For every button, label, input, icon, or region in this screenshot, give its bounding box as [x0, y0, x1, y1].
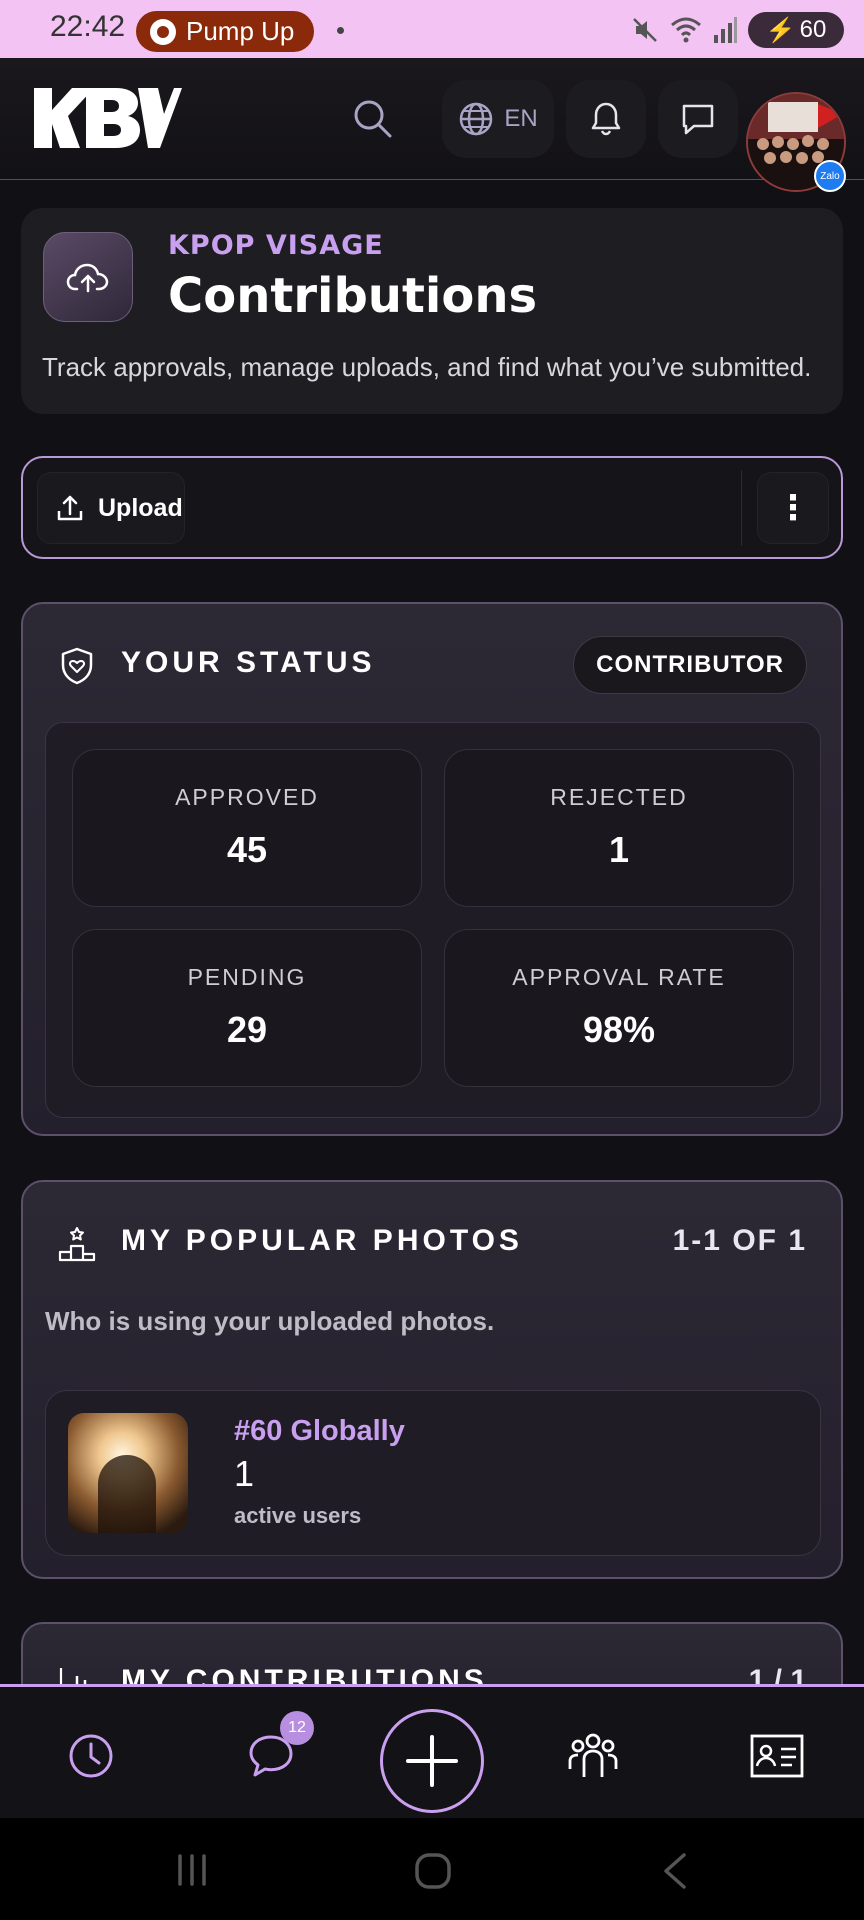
active-users-label: active users: [234, 1503, 362, 1528]
id-card-icon: [750, 1734, 804, 1778]
upload-button[interactable]: Upload: [37, 472, 185, 544]
notifications-button[interactable]: [566, 80, 646, 158]
popular-description: Who is using your uploaded photos.: [45, 1306, 495, 1336]
stat-value: 1: [608, 829, 630, 870]
page-header-card: KPOP VISAGE Contributions Track approval…: [21, 208, 843, 414]
wifi-icon: [671, 17, 701, 43]
active-users-count: 1: [234, 1453, 255, 1494]
battery-level: 60: [799, 16, 827, 43]
messages-button[interactable]: [658, 80, 738, 158]
more-options-button[interactable]: ⋮: [757, 472, 829, 544]
role-badge: CONTRIBUTOR: [573, 636, 807, 694]
recent-apps-icon[interactable]: [174, 1852, 210, 1888]
actions-toolbar: Upload ⋮: [21, 456, 843, 559]
status-card: YOUR STATUS CONTRIBUTOR APPROVED 45 REJE…: [21, 602, 843, 1136]
bottom-navigation: 12: [0, 1684, 864, 1818]
stat-value: 29: [226, 1009, 268, 1050]
notification-pill[interactable]: Pump Up: [136, 11, 314, 52]
popular-title: MY POPULAR PHOTOS: [121, 1224, 523, 1257]
status-title: YOUR STATUS: [121, 646, 376, 679]
zalo-label: Zalo: [820, 170, 840, 182]
app-icon: [150, 18, 176, 45]
home-icon[interactable]: [414, 1852, 452, 1890]
stat-label: PENDING: [187, 964, 307, 990]
charging-icon: ⚡: [765, 16, 796, 44]
stat-label: APPROVAL RATE: [512, 964, 726, 990]
kv-logo-icon[interactable]: [34, 86, 182, 150]
upload-label: Upload: [98, 493, 183, 522]
people-group-icon: [568, 1733, 618, 1777]
bell-icon: [591, 102, 621, 136]
photo-rank: #60 Globally: [234, 1415, 405, 1447]
stat-approval-rate: APPROVAL RATE 98%: [444, 929, 794, 1087]
battery-indicator: ⚡ 60: [748, 12, 844, 48]
shield-heart-icon: [61, 647, 93, 685]
brand-label: KPOP VISAGE: [168, 230, 384, 261]
chat-bubble-icon: [682, 104, 714, 135]
add-button[interactable]: [380, 1709, 484, 1813]
stat-label: REJECTED: [550, 784, 688, 810]
clock-icon: [69, 1734, 113, 1778]
chat-unread-badge: 12: [280, 1711, 314, 1745]
page-title: Contributions: [168, 268, 538, 324]
notification-pill-label: Pump Up: [186, 16, 295, 46]
photo-thumbnail[interactable]: [68, 1413, 188, 1533]
stat-label: APPROVED: [175, 784, 319, 810]
language-label: EN: [504, 105, 538, 132]
stat-pending: PENDING 29: [72, 929, 422, 1087]
language-button[interactable]: EN: [442, 80, 554, 158]
status-icons: ⚡ 60: [630, 12, 844, 48]
nav-community[interactable]: [566, 1729, 620, 1783]
nav-history[interactable]: [64, 1729, 118, 1783]
more-vertical-icon: ⋮: [776, 488, 810, 528]
zalo-badge[interactable]: Zalo: [814, 160, 846, 192]
plus-icon: [406, 1735, 458, 1787]
stats-grid: APPROVED 45 REJECTED 1 PENDING 29 APPROV…: [45, 722, 821, 1118]
clock: 22:42: [50, 10, 126, 43]
stat-value: 45: [226, 829, 268, 870]
stat-rejected: REJECTED 1: [444, 749, 794, 907]
notification-dot-icon: [337, 27, 344, 34]
page-description: Track approvals, manage uploads, and fin…: [42, 352, 812, 382]
popular-pagination: 1-1 OF 1: [672, 1224, 807, 1257]
system-status-bar: 22:42 Pump Up ⚡ 60: [0, 0, 864, 58]
back-icon[interactable]: [660, 1852, 690, 1890]
toolbar-divider: [741, 470, 742, 546]
stat-value: 98%: [582, 1009, 656, 1050]
mute-icon: [633, 18, 657, 42]
search-icon[interactable]: [350, 96, 394, 140]
cloud-upload-icon: [43, 232, 133, 322]
system-navigation-bar: [0, 1818, 864, 1920]
popular-photo-item[interactable]: #60 Globally 1 active users: [45, 1390, 821, 1556]
stat-approved: APPROVED 45: [72, 749, 422, 907]
nav-profile[interactable]: [750, 1729, 804, 1783]
popular-photos-card: MY POPULAR PHOTOS 1-1 OF 1 Who is using …: [21, 1180, 843, 1579]
upload-icon: [57, 495, 83, 521]
podium-star-icon: [58, 1227, 96, 1262]
globe-icon: [460, 102, 493, 136]
app-header: EN: [0, 58, 864, 180]
signal-icon: [714, 17, 737, 43]
